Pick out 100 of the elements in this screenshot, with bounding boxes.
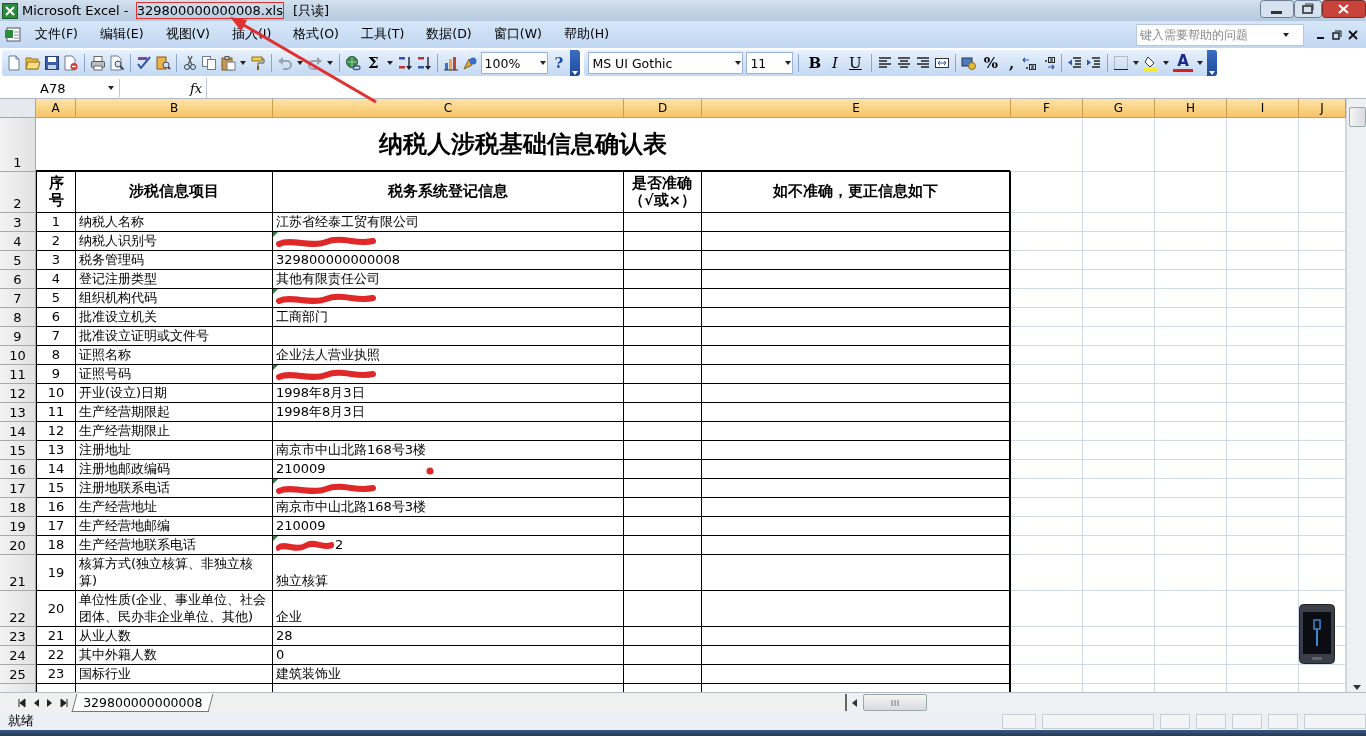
first-sheet-icon[interactable]	[18, 697, 26, 708]
menu-item[interactable]: 视图(V)	[156, 24, 219, 45]
help-button[interactable]: ?	[550, 54, 568, 72]
print-preview-icon[interactable]	[109, 55, 125, 71]
dropdown-caret-icon[interactable]	[1282, 30, 1290, 39]
last-sheet-icon[interactable]	[60, 697, 68, 708]
close-icon[interactable]	[1348, 29, 1358, 40]
caret-icon[interactable]	[239, 59, 247, 67]
menu-item[interactable]: 格式(O)	[284, 24, 348, 45]
toolbar-options-icon[interactable]	[570, 50, 581, 76]
restore-icon[interactable]	[1294, 0, 1322, 18]
redo-icon[interactable]	[307, 55, 323, 71]
column-header[interactable]: C	[273, 99, 624, 118]
name-box[interactable]: A78	[0, 79, 120, 97]
workbook-icon[interactable]	[4, 26, 22, 43]
empty-cell	[1083, 498, 1155, 517]
close-icon[interactable]	[1322, 0, 1366, 18]
shapes-icon[interactable]	[461, 55, 478, 71]
caret-icon[interactable]	[784, 59, 793, 67]
increase-decimal-icon[interactable]	[1021, 55, 1038, 71]
permission-icon[interactable]	[63, 55, 79, 71]
caret-icon[interactable]	[1195, 59, 1204, 67]
paint-bucket-icon[interactable]	[1143, 55, 1160, 71]
merge-center-icon[interactable]	[933, 55, 950, 71]
menu-item[interactable]: 文件(F)	[26, 24, 87, 45]
minimize-icon[interactable]	[1260, 0, 1294, 18]
scroll-thumb[interactable]	[863, 694, 927, 711]
menu-item[interactable]: 工具(T)	[351, 24, 414, 45]
caret-icon[interactable]	[326, 59, 334, 67]
caret-icon[interactable]	[734, 59, 743, 67]
menu-item[interactable]: 帮助(H)	[554, 24, 619, 45]
caret-icon[interactable]	[1132, 59, 1141, 67]
column-header[interactable]: D	[624, 99, 702, 118]
new-file-icon[interactable]	[6, 55, 22, 71]
bar-chart-icon[interactable]	[442, 55, 459, 71]
sort-ascending-icon[interactable]	[396, 55, 413, 71]
phone-icon[interactable]	[1299, 604, 1335, 664]
column-header[interactable]: E	[702, 99, 1011, 118]
next-sheet-icon[interactable]	[46, 697, 54, 708]
autosum-button[interactable]: Σ	[364, 54, 383, 72]
caret-icon[interactable]	[385, 59, 394, 67]
align-left-icon[interactable]	[876, 55, 893, 71]
copy-icon[interactable]	[201, 55, 217, 71]
menu-item[interactable]: 窗口(W)	[484, 24, 551, 45]
empty-cell	[1011, 517, 1083, 536]
align-center-icon[interactable]	[895, 55, 912, 71]
menu-item[interactable]: 数据(D)	[417, 24, 481, 45]
research-icon[interactable]	[155, 55, 171, 71]
font-dropdown[interactable]: MS UI Gothic	[588, 52, 744, 74]
caret-icon[interactable]	[1162, 59, 1171, 67]
save-icon[interactable]	[44, 55, 60, 71]
bold-button[interactable]: B	[804, 54, 826, 72]
restore-icon[interactable]	[1332, 29, 1342, 40]
column-header[interactable]: A	[36, 99, 76, 118]
printer-icon[interactable]	[90, 55, 106, 71]
scroll-thumb[interactable]	[1348, 107, 1366, 127]
insert-function-button[interactable]: fx	[190, 80, 204, 96]
spelling-icon[interactable]	[136, 55, 152, 71]
column-header[interactable]: G	[1083, 99, 1155, 118]
row-header: 1	[0, 118, 36, 172]
table-cell: 企业法人营业执照	[276, 346, 380, 363]
previous-sheet-icon[interactable]	[32, 697, 40, 708]
align-right-icon[interactable]	[914, 55, 931, 71]
sheet-tab[interactable]: 329800000000008	[71, 693, 214, 712]
caret-icon[interactable]	[107, 84, 115, 92]
column-header[interactable]: F	[1011, 99, 1083, 118]
font-size-dropdown[interactable]: 11	[746, 52, 794, 74]
currency-icon[interactable]	[960, 55, 977, 71]
horizontal-scrollbar[interactable]	[845, 694, 1366, 711]
zoom-dropdown[interactable]: 100%	[480, 52, 548, 74]
percent-button[interactable]: %	[979, 54, 1002, 72]
caret-icon[interactable]	[538, 59, 547, 67]
toolbar-options-icon[interactable]	[1206, 50, 1217, 76]
table-cell: 注册地联系电话	[76, 479, 273, 498]
scissors-icon[interactable]	[182, 55, 198, 71]
caret-icon[interactable]	[296, 59, 304, 67]
empty-cell	[1011, 646, 1083, 665]
empty-cell	[1227, 365, 1299, 384]
column-header[interactable]: B	[76, 99, 273, 118]
table-cell: 批准设立证明或文件号	[76, 327, 273, 346]
vertical-scrollbar[interactable]	[1346, 99, 1366, 692]
comma-button[interactable]: ,	[1004, 54, 1019, 72]
outdent-icon[interactable]	[1067, 55, 1084, 71]
sort-descending-icon[interactable]	[415, 55, 432, 71]
globe-link-icon[interactable]	[345, 55, 361, 71]
table-cell: 8	[36, 346, 76, 365]
paintbrush-icon[interactable]	[250, 55, 266, 71]
help-search-field[interactable]: 键入需要帮助的问题	[1136, 23, 1304, 46]
indent-icon[interactable]	[1086, 55, 1103, 71]
clipboard-icon[interactable]	[220, 55, 236, 71]
borders-icon[interactable]	[1113, 55, 1130, 71]
column-header[interactable]: I	[1227, 99, 1299, 118]
scroll-left-icon[interactable]	[851, 697, 859, 708]
italic-button[interactable]: I	[828, 54, 843, 72]
menu-item[interactable]: 编辑(E)	[90, 24, 153, 45]
column-header[interactable]: H	[1155, 99, 1227, 118]
row-header: 11	[0, 365, 36, 384]
column-header[interactable]: J	[1299, 99, 1346, 118]
underline-button[interactable]: U	[845, 54, 866, 72]
font-color-button[interactable]: A	[1173, 54, 1193, 72]
